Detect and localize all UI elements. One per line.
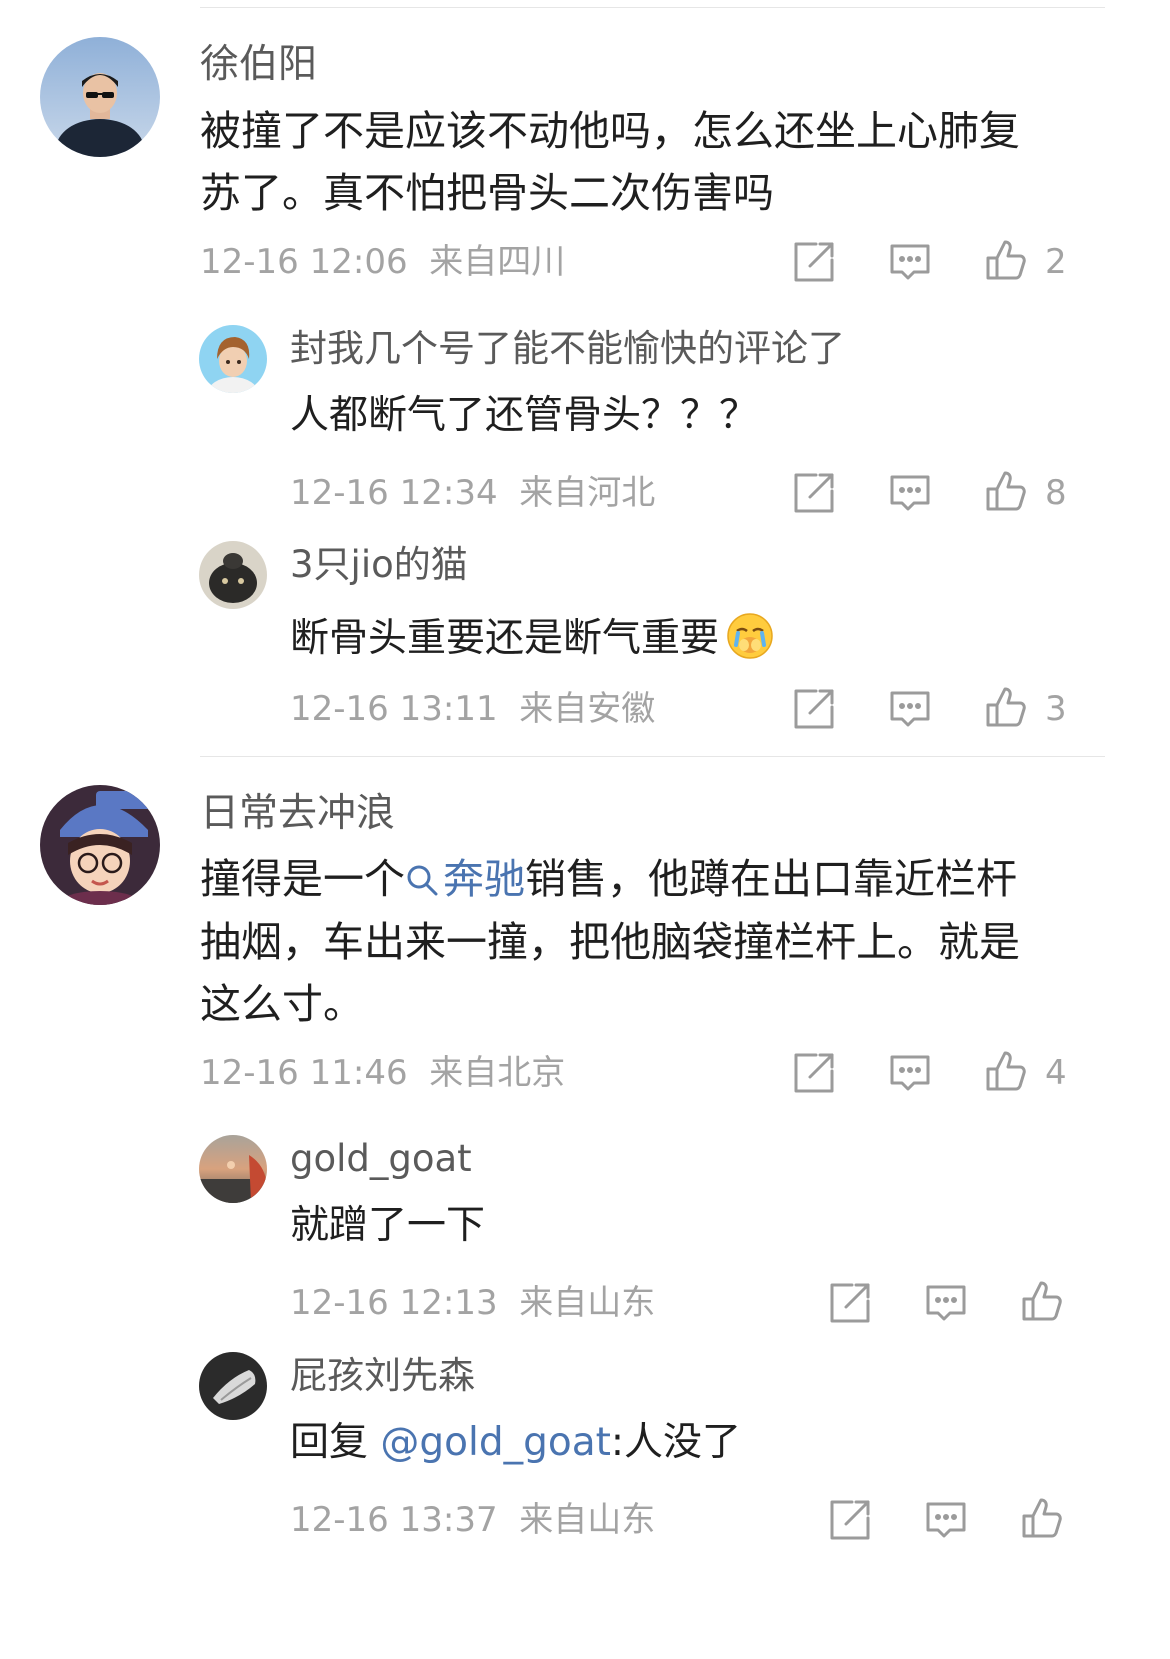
share-icon[interactable] xyxy=(792,1051,836,1095)
avatar-richangquchonglang[interactable] xyxy=(40,785,160,905)
timestamp: 12-16 12:34 xyxy=(290,473,498,513)
reply-text: 断骨头重要还是断气重要 xyxy=(290,611,775,661)
comment-text: 这么寸。 xyxy=(200,980,364,1028)
reply-suffix: :人没了 xyxy=(610,1420,742,1465)
comment-text: 被撞了不是应该不动他吗，怎么还坐上心肺复 xyxy=(200,107,1020,155)
like-icon[interactable] xyxy=(984,1049,1028,1093)
comment-text-prefix: 撞得是一个 xyxy=(200,855,405,903)
reply-author[interactable]: 3只jio的猫 xyxy=(290,546,468,583)
comment-text: 撞得是一个 奔驰销售，他蹲在出口靠近栏杆 xyxy=(200,859,1017,900)
comment-author[interactable]: 徐伯阳 xyxy=(200,45,317,84)
share-icon[interactable] xyxy=(792,471,836,515)
timestamp: 12-16 11:46 xyxy=(200,1053,408,1093)
comment-text: 抽烟，车出来一撞，把他脑袋撞栏杆上。就是 xyxy=(200,918,1020,966)
comment-icon[interactable] xyxy=(888,1051,932,1095)
comment-icon[interactable] xyxy=(924,1498,968,1542)
reply-author[interactable]: gold_goat xyxy=(290,1140,472,1177)
like-count: 4 xyxy=(1045,1053,1067,1093)
like-icon[interactable] xyxy=(984,469,1028,513)
avatar-reply-1[interactable] xyxy=(199,325,267,393)
reply-author[interactable]: 屁孩刘先森 xyxy=(290,1357,475,1394)
comment-author[interactable]: 日常去冲浪 xyxy=(200,794,395,833)
reply-text-content: 断骨头重要还是断气重要 xyxy=(290,616,720,661)
reply-prefix: 回复 xyxy=(290,1420,381,1465)
reply-text: 就蹭了一下 xyxy=(290,1203,486,1248)
comment-icon[interactable] xyxy=(888,240,932,284)
avatar-reply-2[interactable] xyxy=(199,541,267,609)
timestamp: 12-16 13:11 xyxy=(290,689,498,729)
comment-meta: 12-16 11:46 来自北京 xyxy=(200,1056,565,1090)
location: 来自山东 xyxy=(519,1500,656,1540)
reply-text: 人都断气了还管骨头？？？ xyxy=(290,393,759,438)
like-count: 2 xyxy=(1045,242,1067,282)
like-icon[interactable] xyxy=(984,685,1028,729)
timestamp: 12-16 13:37 xyxy=(290,1500,498,1540)
search-icon xyxy=(405,863,439,897)
location: 来自山东 xyxy=(519,1283,656,1323)
crying-emoji-icon xyxy=(725,611,775,661)
like-icon[interactable] xyxy=(1020,1279,1064,1323)
comment-meta: 12-16 12:06 来自四川 xyxy=(200,245,565,279)
timestamp: 12-16 12:13 xyxy=(290,1283,498,1323)
reply-author[interactable]: 封我几个号了能不能愉快的评论了 xyxy=(290,330,845,367)
share-icon[interactable] xyxy=(792,687,836,731)
mention-link[interactable]: @gold_goat xyxy=(380,1420,611,1465)
topic-search-link[interactable]: 奔驰 xyxy=(405,855,525,903)
like-count: 3 xyxy=(1045,689,1067,729)
thread-divider xyxy=(200,756,1105,757)
comment-icon[interactable] xyxy=(888,471,932,515)
comment-text-suffix: 销售，他蹲在出口靠近栏杆 xyxy=(525,855,1017,903)
comment-icon[interactable] xyxy=(888,687,932,731)
comment-text: 苏了。真不怕把骨头二次伤害吗 xyxy=(200,169,774,217)
location: 来自河北 xyxy=(519,473,656,513)
share-icon[interactable] xyxy=(828,1281,872,1325)
reply-meta: 12-16 13:11 来自安徽 xyxy=(290,692,655,726)
topic-link-text[interactable]: 奔驰 xyxy=(443,855,525,903)
location: 来自北京 xyxy=(429,1053,566,1093)
like-icon[interactable] xyxy=(1020,1496,1064,1540)
location: 来自安徽 xyxy=(519,689,656,729)
avatar-gold-goat[interactable] xyxy=(199,1135,267,1203)
reply-meta: 12-16 12:34 来自河北 xyxy=(290,476,655,510)
reply-meta: 12-16 13:37 来自山东 xyxy=(290,1503,655,1537)
avatar-pihailiuxiansen[interactable] xyxy=(199,1352,267,1420)
like-count: 8 xyxy=(1045,473,1067,513)
reply-text: 回复 @gold_goat:人没了 xyxy=(290,1423,741,1462)
reply-meta: 12-16 12:13 来自山东 xyxy=(290,1286,655,1320)
avatar-xuboyang[interactable] xyxy=(40,37,160,157)
top-divider xyxy=(200,7,1105,8)
timestamp: 12-16 12:06 xyxy=(200,242,408,282)
like-icon[interactable] xyxy=(984,238,1028,282)
share-icon[interactable] xyxy=(828,1498,872,1542)
comment-icon[interactable] xyxy=(924,1281,968,1325)
share-icon[interactable] xyxy=(792,240,836,284)
location: 来自四川 xyxy=(429,242,566,282)
